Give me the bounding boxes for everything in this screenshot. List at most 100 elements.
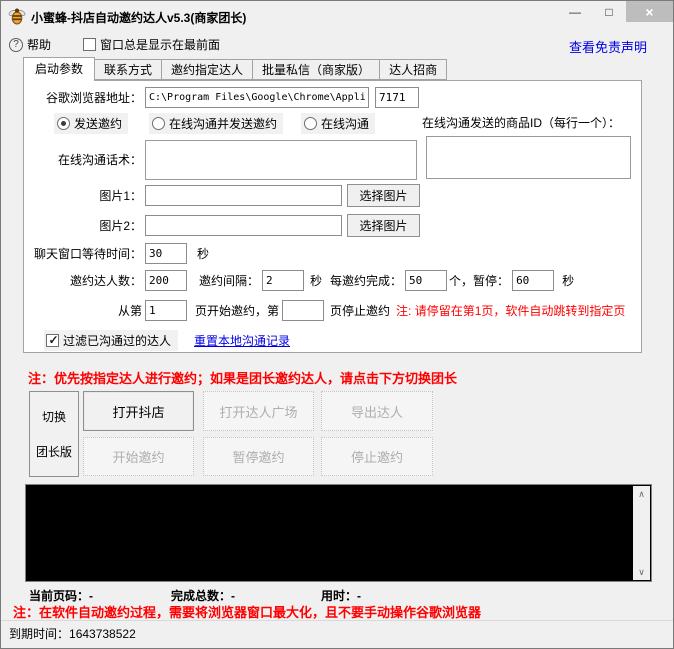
filter-communicated-checkbox[interactable]: ✓ 过滤已沟通过的达人	[44, 330, 178, 351]
per-done-input[interactable]	[405, 270, 447, 291]
chat-script-row: 在线沟通话术：	[29, 139, 636, 180]
radio-chat-and-invite[interactable]: 在线沟通并发送邀约	[149, 113, 283, 134]
chat-wait-label: 聊天窗口等待时间：	[29, 245, 142, 262]
stop-invite-button[interactable]: 停止邀约	[321, 437, 433, 476]
elapsed-value: -	[357, 589, 361, 603]
chrome-path-input[interactable]	[145, 87, 369, 108]
pause-label: 个，暂停：	[449, 272, 509, 289]
app-window: 小蜜蜂-抖店自动邀约达人v5.3(商家团长) — □ × ? 帮助 ✓ 窗口总是…	[0, 0, 674, 649]
browser-warning-note: 注：在软件自动邀约过程，需要将浏览器窗口最大化，且不要手动操作谷歌浏览器	[13, 602, 481, 621]
minimize-icon[interactable]: —	[558, 1, 592, 22]
page-from-label: 从第	[29, 302, 142, 319]
menu-row: ? 帮助 ✓ 窗口总是显示在最前面 查看免责声明	[1, 35, 673, 55]
checkbox-box[interactable]: ✓	[83, 38, 96, 51]
open-shop-button[interactable]: 打开抖店	[83, 391, 194, 431]
image1-row: 图片1： 选择图片	[29, 184, 636, 207]
tab-start-params[interactable]: 启动参数	[23, 57, 95, 81]
start-invite-button[interactable]: 开始邀约	[83, 437, 194, 476]
elapsed-label: 用时：	[321, 589, 357, 603]
per-done-label: 每邀约完成：	[330, 272, 402, 289]
status-bar: 到期时间：1643738522	[1, 620, 673, 648]
radio-chat-only[interactable]: 在线沟通	[301, 113, 375, 134]
invite-settings-row: 邀约达人数： 邀约间隔： 秒 每邀约完成： 个，暂停： 秒	[29, 269, 636, 292]
switch-leader-version-button[interactable]: 切换 团长版	[29, 391, 79, 477]
chat-wait-row: 聊天窗口等待时间： 秒	[29, 242, 636, 265]
chat-wait-unit: 秒	[197, 245, 209, 262]
reset-records-link[interactable]: 重置本地沟通记录	[194, 332, 290, 349]
always-on-top-label: 窗口总是显示在最前面	[100, 36, 220, 53]
tab-expert-recruit[interactable]: 达人招商	[380, 59, 447, 80]
expire-value: 1643738522	[69, 627, 136, 641]
image1-label: 图片1：	[29, 187, 142, 204]
interval-unit: 秒	[310, 272, 322, 289]
checkbox-box[interactable]: ✓	[46, 334, 59, 347]
total-done-value: -	[231, 589, 235, 603]
radio-icon[interactable]	[57, 117, 70, 130]
expire-label: 到期时间：	[9, 627, 69, 641]
choose-image2-button[interactable]: 选择图片	[347, 214, 420, 237]
page-stop-label: 页停止邀约	[330, 302, 390, 319]
image2-input[interactable]	[145, 215, 342, 236]
radio-label: 发送邀约	[74, 115, 122, 132]
tab-bar: 启动参数 联系方式 邀约指定达人 批量私信（商家版） 达人招商	[23, 57, 447, 81]
invite-count-label: 邀约达人数：	[29, 272, 142, 289]
page-range-row: 从第 页开始邀约，第 页停止邀约 注: 请停留在第1页，软件自动跳转到指定页	[29, 299, 636, 322]
export-experts-button[interactable]: 导出达人	[321, 391, 433, 431]
priority-note: 注：优先按指定达人进行邀约；如果是团长邀约达人，请点击下方切换团长	[28, 368, 457, 387]
window-controls: — □ ×	[558, 1, 673, 22]
interval-input[interactable]	[262, 270, 304, 291]
chrome-path-label: 谷歌浏览器地址：	[29, 89, 142, 106]
chat-wait-input[interactable]	[145, 243, 187, 264]
choose-image1-button[interactable]: 选择图片	[347, 184, 420, 207]
check-icon: ✓	[47, 333, 60, 347]
radio-icon[interactable]	[304, 117, 317, 130]
radio-send-invite[interactable]: 发送邀约	[54, 113, 128, 134]
window-titlebar: 小蜜蜂-抖店自动邀约达人v5.3(商家团长) — □ ×	[1, 1, 673, 31]
bee-app-icon	[8, 7, 26, 25]
page-mid-label: 页开始邀约，第	[195, 302, 279, 319]
start-params-panel: 谷歌浏览器地址： 发送邀约 在线沟通并发送邀约 在线沟通 在线沟通发送的商品ID…	[23, 80, 642, 353]
maximize-icon[interactable]: □	[592, 1, 626, 22]
help-icon: ?	[9, 38, 23, 52]
log-output: ∧ ∨	[25, 484, 652, 582]
help-button[interactable]: ? 帮助	[9, 36, 51, 53]
log-scrollbar[interactable]: ∧ ∨	[633, 486, 650, 580]
filter-label: 过滤已沟通过的达人	[63, 332, 171, 349]
tab-invite-specified[interactable]: 邀约指定达人	[162, 59, 253, 80]
current-page-label: 当前页码：	[29, 589, 89, 603]
radio-label: 在线沟通并发送邀约	[169, 115, 277, 132]
scroll-down-icon[interactable]: ∨	[633, 564, 650, 580]
image2-label: 图片2：	[29, 217, 142, 234]
pause-input[interactable]	[512, 270, 554, 291]
window-title: 小蜜蜂-抖店自动邀约达人v5.3(商家团长)	[31, 9, 246, 26]
product-ids-label: 在线沟通发送的商品ID（每行一个）：	[422, 114, 620, 131]
chat-script-textarea[interactable]	[145, 140, 417, 180]
pause-unit: 秒	[562, 272, 574, 289]
open-expert-plaza-button[interactable]: 打开达人广场	[203, 391, 314, 431]
debug-port-input[interactable]	[375, 87, 419, 108]
invite-count-input[interactable]	[145, 270, 187, 291]
close-icon[interactable]: ×	[626, 1, 673, 22]
total-done-label: 完成总数：	[171, 589, 231, 603]
radio-icon[interactable]	[152, 117, 165, 130]
help-label: 帮助	[27, 36, 51, 53]
tab-contact-method[interactable]: 联系方式	[95, 59, 162, 80]
switch-leader-line1: 切换	[42, 408, 66, 425]
page-from-input[interactable]	[145, 300, 187, 321]
interval-label: 邀约间隔：	[199, 272, 259, 289]
pause-invite-button[interactable]: 暂停邀约	[203, 437, 314, 476]
filter-row: ✓ 过滤已沟通过的达人 重置本地沟通记录	[29, 329, 636, 352]
scroll-up-icon[interactable]: ∧	[633, 486, 650, 502]
radio-label: 在线沟通	[321, 115, 369, 132]
disclaimer-link[interactable]: 查看免责声明	[569, 37, 647, 56]
chrome-path-row: 谷歌浏览器地址：	[29, 86, 636, 109]
page-note: 注: 请停留在第1页，软件自动跳转到指定页	[396, 302, 625, 319]
tab-bulk-message[interactable]: 批量私信（商家版）	[253, 59, 380, 80]
always-on-top-checkbox[interactable]: ✓ 窗口总是显示在最前面	[83, 36, 220, 53]
switch-leader-line2: 团长版	[36, 443, 72, 460]
page-stop-input[interactable]	[282, 300, 324, 321]
image2-row: 图片2： 选择图片	[29, 214, 636, 237]
image1-input[interactable]	[145, 185, 342, 206]
current-page-value: -	[89, 589, 93, 603]
chat-script-label: 在线沟通话术：	[29, 151, 142, 168]
